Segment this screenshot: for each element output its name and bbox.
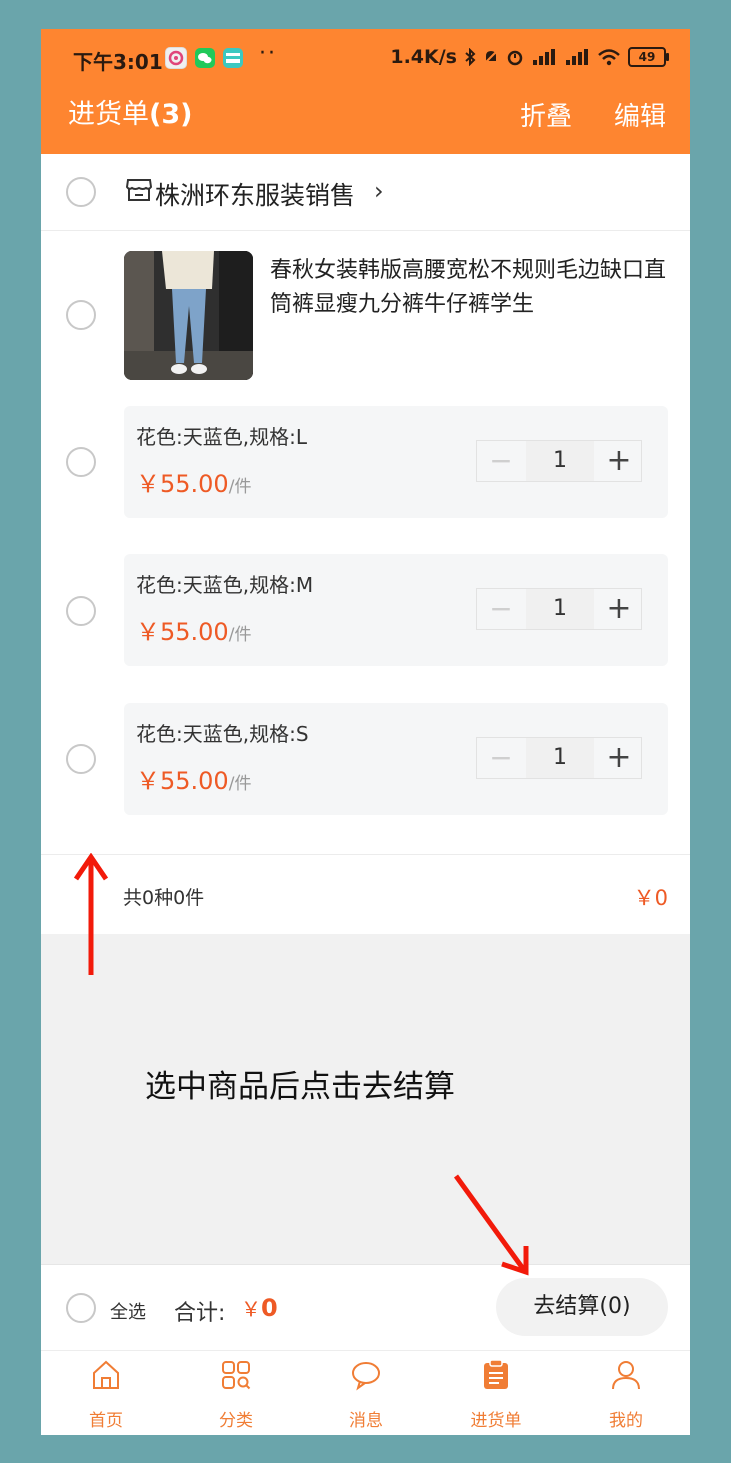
tab-category[interactable]: 分类	[171, 1351, 301, 1435]
product-thumbnail[interactable]	[124, 251, 253, 380]
increase-button[interactable]: +	[595, 738, 643, 778]
home-icon	[93, 1360, 119, 1389]
select-all-label[interactable]: 全选	[110, 1298, 146, 1324]
item-count: 共0种0件	[123, 887, 205, 909]
boss-app-icon	[223, 48, 243, 68]
product-select-radio[interactable]	[66, 300, 96, 330]
sku-price-value: ￥55.00	[136, 767, 229, 795]
chevron-right-icon: ›	[374, 177, 384, 205]
quantity-input[interactable]: 1	[526, 738, 594, 778]
sku-price-value: ￥55.00	[136, 470, 229, 498]
select-all-radio[interactable]	[66, 1293, 96, 1323]
quantity-stepper: − 1 +	[476, 440, 642, 482]
mute-icon	[483, 49, 499, 65]
tab-bar: 首页 分类 消息 进货单 我的	[41, 1350, 690, 1435]
sku-price-unit: /件	[228, 625, 252, 645]
shop-summary: 共0种0件 ￥0	[41, 854, 690, 934]
decrease-button[interactable]: −	[477, 738, 525, 778]
tab-messages[interactable]: 消息	[301, 1351, 431, 1435]
edit-button[interactable]: 编辑	[614, 96, 666, 133]
status-bar: 下午3:01 ·· 1.4K/s 49	[41, 29, 690, 87]
fold-button[interactable]: 折叠	[520, 96, 572, 133]
tab-label: 首页	[89, 1411, 123, 1431]
total-amount: ￥0	[241, 1293, 278, 1322]
sku-price-unit: /件	[228, 477, 252, 497]
bluetooth-icon	[465, 48, 476, 66]
signal-2-icon	[566, 49, 588, 65]
tab-label: 我的	[609, 1411, 643, 1431]
wifi-icon	[598, 49, 620, 66]
shop-row[interactable]: 株洲环东服装销售 ›	[41, 154, 690, 231]
page-title: 进货单(3)	[68, 92, 192, 131]
tab-label: 消息	[349, 1411, 383, 1431]
tab-cart[interactable]: 进货单	[431, 1351, 561, 1435]
tab-label: 进货单	[470, 1411, 522, 1431]
message-icon	[352, 1362, 380, 1391]
shop-select-radio[interactable]	[66, 177, 96, 207]
shop-name[interactable]: 株洲环东服装销售	[155, 176, 355, 212]
page-title-count: (3)	[149, 99, 193, 130]
total-value: 0	[261, 1294, 278, 1322]
sku-price-unit: /件	[228, 774, 252, 794]
increase-button[interactable]: +	[595, 589, 643, 629]
wechat-icon	[195, 48, 215, 68]
sku-row: 花色:天蓝色,规格:L ￥55.00/件 − 1 +	[124, 406, 668, 518]
battery-indicator: 49	[628, 47, 669, 67]
header-bar: 下午3:01 ·· 1.4K/s 49 进货单(3) 折叠 编辑	[41, 29, 690, 154]
checkout-bar: 全选 合计: ￥0 去结算(0)	[41, 1264, 690, 1351]
sku-spec: 花色:天蓝色,规格:L	[136, 425, 307, 449]
annotation-hint: 选中商品后点击去结算	[145, 1069, 455, 1105]
user-icon	[612, 1361, 640, 1390]
quantity-input[interactable]: 1	[526, 589, 594, 629]
more-notifications-icon: ··	[259, 41, 277, 66]
decrease-button[interactable]: −	[477, 441, 525, 481]
status-time: 下午3:01	[73, 50, 163, 74]
sku-row: 花色:天蓝色,规格:S ￥55.00/件 − 1 +	[124, 703, 668, 815]
increase-button[interactable]: +	[595, 441, 643, 481]
page-title-text: 进货单	[68, 99, 149, 130]
status-app-icons	[165, 47, 243, 69]
status-right: 1.4K/s 49	[390, 46, 669, 68]
quantity-input[interactable]: 1	[526, 441, 594, 481]
phone-screen: 下午3:01 ·· 1.4K/s 49 进货单(3) 折叠 编辑 株洲环东服装销…	[41, 29, 690, 1435]
decrease-button[interactable]: −	[477, 589, 525, 629]
sku-select-radio[interactable]	[66, 744, 96, 774]
tab-home[interactable]: 首页	[41, 1351, 171, 1435]
sku-spec: 花色:天蓝色,规格:S	[136, 722, 309, 746]
cart-card: 株洲环东服装销售 › 春秋女装韩版高腰宽松不规则毛边缺口直筒裤显瘦九分裤牛仔裤学…	[41, 154, 690, 934]
sku-select-radio[interactable]	[66, 596, 96, 626]
alarm-icon	[507, 50, 523, 66]
annotation-arrow-down-icon	[453, 1174, 529, 1276]
product-title[interactable]: 春秋女装韩版高腰宽松不规则毛边缺口直筒裤显瘦九分裤牛仔裤学生	[270, 254, 670, 322]
category-icon	[222, 1361, 251, 1390]
tab-profile[interactable]: 我的	[561, 1351, 690, 1435]
quantity-stepper: − 1 +	[476, 737, 642, 779]
total-label: 合计:	[174, 1301, 226, 1326]
sku-row: 花色:天蓝色,规格:M ￥55.00/件 − 1 +	[124, 554, 668, 666]
sku-price-value: ￥55.00	[136, 618, 229, 646]
shop-amount: ￥0	[633, 886, 668, 910]
clipboard-icon	[484, 1359, 508, 1389]
sku-price: ￥55.00/件	[136, 464, 251, 499]
tab-label: 分类	[219, 1411, 253, 1431]
network-speed: 1.4K/s	[390, 46, 457, 68]
store-icon	[125, 179, 153, 201]
sku-price: ￥55.00/件	[136, 612, 251, 647]
sku-spec: 花色:天蓝色,规格:M	[136, 573, 314, 597]
checkout-button[interactable]: 去结算(0)	[496, 1278, 668, 1336]
music-app-icon	[165, 47, 187, 69]
sku-price: ￥55.00/件	[136, 761, 251, 796]
sku-select-radio[interactable]	[66, 447, 96, 477]
signal-icon	[533, 49, 555, 65]
quantity-stepper: − 1 +	[476, 588, 642, 630]
total-currency: ￥	[241, 1297, 261, 1321]
annotation-arrow-up-icon	[73, 853, 109, 975]
